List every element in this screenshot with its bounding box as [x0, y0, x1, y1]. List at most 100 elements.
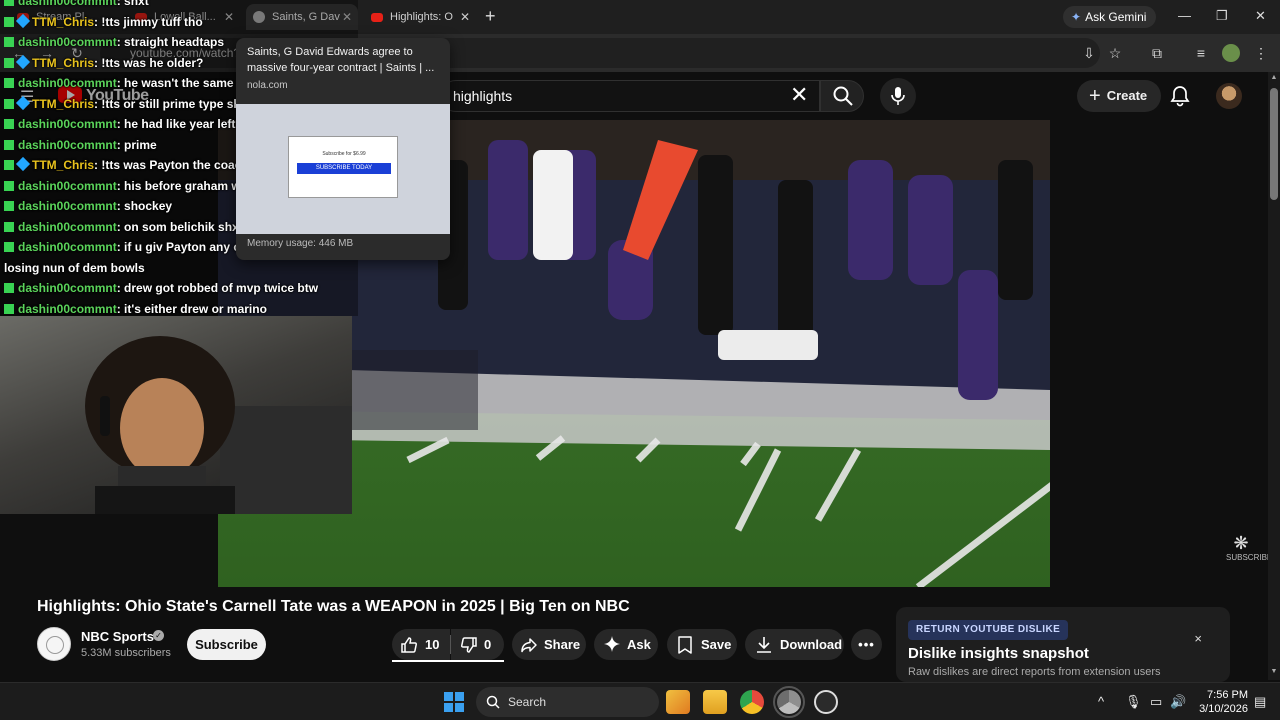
chrome-alt-icon[interactable] [773, 686, 805, 718]
more-actions-button[interactable]: ••• [851, 629, 882, 660]
webcam-feed [0, 316, 352, 514]
browser-menu-icon[interactable]: ⋮ [1252, 44, 1270, 62]
chat-username: TTM_Chris [32, 14, 95, 29]
paywall-popup: Subscribe for $6.99 SUBSCRIBE TODAY [288, 136, 398, 198]
windows-start-icon[interactable] [444, 692, 464, 712]
chat-message: losing nun of dem bowls [4, 261, 145, 275]
scroll-down-icon[interactable]: ▼ [1270, 668, 1278, 676]
notifications-button[interactable] [1170, 85, 1190, 112]
search-input[interactable]: highlights [440, 80, 820, 112]
tab-title: Highlights: O [390, 11, 453, 23]
share-button[interactable]: Share [512, 629, 586, 660]
extensions-icon[interactable]: ⧉ [1148, 44, 1166, 62]
windows-taskbar: Search ^ 🎙 ▭ 🔊 7:56 PM 3/10/2026 ▤ [0, 682, 1280, 720]
like-button[interactable]: 10 [392, 629, 450, 660]
diamond-badge-icon [15, 95, 31, 110]
clock[interactable]: 7:56 PM 3/10/2026 [1196, 688, 1248, 716]
notification-center-icon[interactable]: ▤ [1254, 694, 1266, 710]
chat-username: dashin00commnt [18, 281, 117, 295]
like-count: 10 [425, 637, 440, 652]
chat-username: TTM_Chris [32, 55, 95, 70]
mic-icon [891, 87, 905, 105]
ask-button[interactable]: Ask [594, 629, 658, 660]
tray-overflow-icon[interactable]: ^ [1098, 694, 1104, 709]
diamond-badge-icon [15, 13, 31, 28]
download-label: Download [780, 637, 843, 652]
peacock-icon: ❋ [1233, 533, 1249, 553]
webcam-image [85, 336, 352, 514]
chrome-icon[interactable] [740, 690, 764, 714]
download-icon [757, 637, 771, 653]
chat-message: dashin00commnt: it's either drew or mari… [4, 302, 267, 316]
chat-message: dashin00commnt: straight headtaps [4, 35, 224, 49]
kick-badge-icon [4, 180, 14, 191]
voice-search-button[interactable] [880, 78, 916, 114]
chat-message: dashin00commnt: shockey [4, 199, 172, 213]
video-title: Highlights: Ohio State's Carnell Tate wa… [37, 598, 630, 615]
kick-badge-icon [4, 201, 14, 211]
hover-card-title: Saints, G David Edwards agree to massive… [247, 46, 435, 74]
channel-name[interactable]: NBC Sports [81, 629, 154, 644]
chat-message: dashin00commnt: prime [4, 138, 157, 152]
kick-badge-icon [4, 221, 14, 232]
search-button[interactable] [820, 80, 864, 112]
scroll-up-icon[interactable]: ▲ [1270, 74, 1278, 82]
chat-text: : it's either drew or marino [116, 301, 267, 316]
search-icon [833, 86, 853, 106]
kick-badge-icon [4, 139, 14, 150]
verified-check-icon: ✓ [153, 630, 164, 641]
ask-gemini-label: Ask Gemini [1085, 10, 1147, 24]
store-icon[interactable] [666, 690, 690, 714]
hover-card-memory: Memory usage: 446 MB [247, 238, 354, 249]
tab-highlights[interactable]: Highlights: O ✕ [364, 4, 476, 30]
obs-icon[interactable] [814, 690, 838, 714]
channel-avatar[interactable] [37, 627, 71, 661]
create-button[interactable]: + Create [1077, 80, 1162, 112]
close-icon[interactable]: × [1194, 631, 1202, 646]
chat-username: dashin00commnt [18, 117, 117, 131]
new-tab-button[interactable]: + [485, 6, 496, 27]
profile-icon[interactable] [1222, 44, 1240, 62]
chat-username: dashin00commnt [18, 178, 117, 193]
kick-badge-icon [4, 78, 14, 88]
taskbar-search[interactable]: Search [476, 687, 659, 717]
plus-icon: + [1089, 85, 1101, 107]
scrollbar-thumb[interactable] [1270, 88, 1278, 200]
install-icon[interactable]: ⇩ [1080, 44, 1098, 62]
dislike-button[interactable]: 0 [451, 629, 504, 660]
kick-badge-icon [4, 283, 14, 293]
chat-text: : he wasn't the same [116, 76, 234, 90]
save-label: Save [701, 637, 732, 652]
diamond-badge-icon [15, 54, 31, 69]
watermark-text: SUBSCRIBE [1226, 552, 1273, 562]
window-close-icon[interactable]: ✕ [1255, 8, 1266, 24]
minimize-icon[interactable]: — [1178, 8, 1191, 23]
chat-username: dashin00commnt [18, 76, 117, 90]
media-controls-icon[interactable]: ≡ [1192, 44, 1210, 62]
kick-badge-icon [4, 303, 14, 314]
subscribe-button[interactable]: Subscribe [187, 629, 266, 660]
chat-username: dashin00commnt [18, 137, 117, 152]
clear-search-icon[interactable]: ✕ [790, 84, 808, 106]
rytd-subtitle: Raw dislikes are direct reports from ext… [908, 666, 1161, 678]
chat-text: : shockey [116, 199, 173, 213]
chat-username: dashin00commnt [18, 219, 117, 234]
network-icon[interactable]: ▭ [1150, 694, 1162, 710]
bookmark-star-icon[interactable]: ☆ [1106, 44, 1124, 62]
ask-gemini-button[interactable]: ✦ Ask Gemini [1063, 6, 1157, 28]
chat-text: : !tts was he older? [94, 55, 204, 70]
download-button[interactable]: Download [745, 629, 844, 660]
save-button[interactable]: Save [667, 629, 737, 660]
chat-text: : drew got robbed of mvp twice btw [116, 281, 319, 295]
file-explorer-icon[interactable] [703, 690, 727, 714]
user-avatar[interactable] [1216, 83, 1242, 109]
bell-icon [1170, 86, 1190, 107]
chat-message: TTM_Chris: !tts was he older? [4, 54, 204, 70]
kick-badge-icon [4, 242, 14, 252]
volume-icon[interactable]: 🔊 [1170, 694, 1186, 710]
dislike-count: 0 [484, 637, 492, 652]
restore-icon[interactable]: ❐ [1216, 8, 1228, 24]
clock-date: 3/10/2026 [1199, 703, 1248, 715]
tray-mic-icon[interactable]: 🎙 [1125, 694, 1142, 710]
close-tab-icon[interactable]: ✕ [460, 4, 470, 30]
